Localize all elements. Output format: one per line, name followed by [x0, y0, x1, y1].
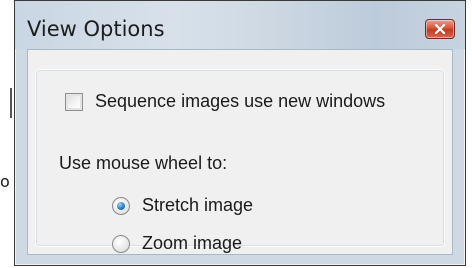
title-bar[interactable]: View Options	[15, 1, 465, 49]
options-group-box: Sequence images use new windows Use mous…	[36, 70, 444, 253]
zoom-image-radio[interactable]	[112, 234, 130, 253]
dialog-title: View Options	[27, 17, 165, 41]
dialog-client-area: Sequence images use new windows Use mous…	[27, 49, 453, 255]
stretch-image-radio[interactable]	[112, 196, 130, 215]
close-icon	[434, 24, 446, 34]
mouse-wheel-label: Use mouse wheel to:	[59, 153, 228, 173]
close-button[interactable]	[425, 19, 455, 39]
sequence-images-label[interactable]: Sequence images use new windows	[95, 91, 385, 112]
background-text-fragment: o	[0, 172, 10, 191]
stretch-image-label[interactable]: Stretch image	[142, 195, 253, 216]
zoom-image-label[interactable]: Zoom image	[142, 233, 242, 254]
sequence-images-option[interactable]: Sequence images use new windows	[65, 91, 385, 112]
sequence-images-checkbox[interactable]	[65, 92, 83, 111]
zoom-image-option[interactable]: Zoom image	[112, 233, 242, 254]
view-options-dialog: View Options Sequence images use new win…	[14, 0, 466, 266]
stretch-image-option[interactable]: Stretch image	[112, 195, 253, 216]
